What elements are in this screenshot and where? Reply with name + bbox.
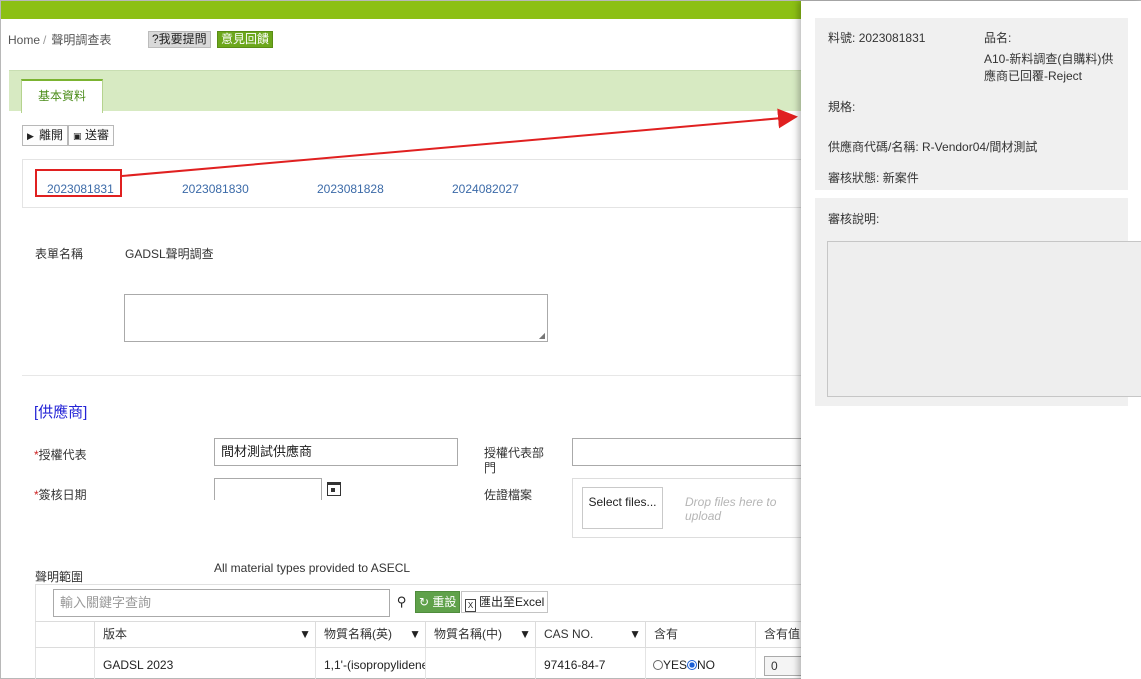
rep-dept-label: 授權代表部門 (484, 446, 545, 475)
col-header-cas-label: CAS NO. (544, 627, 594, 641)
leave-button[interactable]: ▶ 離開 (22, 125, 69, 146)
yes-radio-label: YES (663, 658, 688, 672)
doc-link[interactable]: 2023081828 (317, 182, 384, 196)
excel-icon: X (465, 599, 476, 612)
form-name-label: 表單名稱 (35, 247, 84, 261)
resize-grip-icon[interactable]: ◢ (539, 331, 545, 340)
save-icon: ▣ (73, 131, 82, 141)
part-no: 料號: 2023081831 (828, 29, 925, 46)
breadcrumb-current: 聲明調查表 (51, 33, 112, 47)
submit-button-label: 送審 (85, 128, 110, 142)
sign-date-label-text: 簽核日期 (38, 488, 87, 502)
no-radio[interactable] (687, 660, 698, 670)
col-header-cas[interactable]: CAS NO. ▼ (536, 621, 646, 647)
yes-radio[interactable] (653, 660, 663, 670)
spec-label: 規格: (828, 100, 856, 114)
contains-value-input[interactable]: 0 (764, 656, 801, 676)
form-name-value: GADSL聲明調查 (125, 247, 214, 261)
export-excel-button[interactable]: X 匯出至Excel (461, 591, 549, 613)
table-cell-select (35, 648, 95, 679)
col-header-value[interactable]: 含有值 (756, 621, 801, 647)
highlight-box (35, 169, 122, 197)
filter-icon[interactable]: ▼ (519, 621, 531, 647)
scope-label: 聲明範圍 (35, 570, 84, 584)
status-value: 新案件 (882, 171, 919, 185)
status: 審核狀態: 新案件 (828, 169, 919, 186)
audit-note-label: 審核說明: (828, 212, 880, 226)
sign-date-input[interactable] (214, 478, 322, 500)
audit-note-textarea[interactable] (827, 241, 1141, 397)
col-header-name-zh-label: 物質名稱(中) (434, 627, 502, 641)
refresh-icon: ↻ (419, 595, 433, 609)
doc-link[interactable]: 2024082027 (452, 182, 519, 196)
filter-icon[interactable]: ▼ (299, 621, 311, 647)
col-header-name-en[interactable]: 物質名稱(英) ▼ (316, 621, 426, 647)
col-header-contains[interactable]: 含有 (646, 621, 756, 647)
status-label: 審核狀態: (828, 171, 880, 185)
rep-label-text: 授權代表 (38, 448, 87, 462)
doc-link[interactable]: 2023081830 (182, 182, 249, 196)
breadcrumb: Home / 聲明調查表 (8, 31, 111, 48)
reset-label: 重設 (432, 595, 457, 609)
table-cell-contains: YES NO (646, 648, 756, 679)
vendor-label: 供應商代碼/名稱: (828, 140, 919, 154)
filter-icon[interactable]: ▼ (629, 621, 641, 647)
table-cell-name-zh (426, 648, 536, 679)
part-no-value: 2023081831 (858, 31, 926, 45)
calendar-icon[interactable] (327, 482, 341, 496)
supplier-section-title: [供應商] (34, 404, 88, 421)
breadcrumb-separator: / (43, 33, 47, 47)
table-cell-version: GADSL 2023 (95, 648, 316, 679)
filter-icon[interactable]: ▼ (409, 621, 421, 647)
divider (22, 375, 801, 376)
item-label: 品名: (984, 31, 1012, 45)
leave-button-label: 離開 (39, 128, 64, 142)
col-header-name-zh[interactable]: 物質名稱(中) ▼ (426, 621, 536, 647)
sign-date-label: *簽核日期 (34, 488, 87, 502)
item-value-line1: A10-新料調查(自購料)供 (984, 52, 1114, 66)
keyword-search-input[interactable]: 輸入關鍵字查詢 (53, 589, 390, 617)
submit-button[interactable]: ▣ 送審 (68, 125, 115, 146)
document-list (22, 159, 801, 208)
no-radio-label: NO (697, 658, 716, 672)
top-bar (1, 1, 801, 19)
rep-input[interactable]: 間材測試供應商 (214, 438, 458, 466)
item-value-line2: 應商已回覆-Reject (984, 69, 1083, 83)
table-cell-name-en: 1,1'-(isopropylidene) (316, 648, 426, 679)
detail-panel: 料號: 2023081831 品名: A10-新料調查(自購料)供 應商已回覆-… (801, 1, 1141, 679)
part-no-label: 料號: (828, 31, 856, 45)
feedback-button[interactable]: 意見回饋 (217, 31, 274, 48)
tab-bar: 基本資料 (9, 70, 801, 113)
export-label: 匯出至Excel (479, 595, 545, 609)
col-header-version[interactable]: 版本 ▼ (95, 621, 316, 647)
col-header-select (35, 621, 95, 647)
reset-button[interactable]: ↻ 重設 (415, 591, 461, 613)
drop-hint: Drop files here to upload (685, 495, 777, 523)
rep-dept-input[interactable] (572, 438, 801, 466)
col-header-name-en-label: 物質名稱(英) (324, 627, 392, 641)
evidence-label: 佐證檔案 (484, 488, 533, 502)
scope-value: All material types provided to ASECL (214, 561, 411, 575)
select-files-button[interactable]: Select files... (582, 487, 663, 529)
col-header-version-label: 版本 (103, 627, 128, 641)
search-icon[interactable]: ⚲ (392, 591, 411, 613)
table-cell-cas: 97416-84-7 (536, 648, 646, 679)
breadcrumb-home[interactable]: Home (8, 33, 40, 47)
vendor-value: R-Vendor04/間材測試 (922, 140, 1038, 154)
remark-textarea[interactable]: ◢ (124, 294, 548, 342)
vendor: 供應商代碼/名稱: R-Vendor04/間材測試 (828, 138, 1037, 155)
tab-basic-info[interactable]: 基本資料 (21, 79, 103, 113)
exit-icon: ▶ (27, 131, 34, 141)
rep-label: *授權代表 (34, 448, 87, 462)
ask-question-button[interactable]: ?我要提問 (148, 31, 211, 48)
